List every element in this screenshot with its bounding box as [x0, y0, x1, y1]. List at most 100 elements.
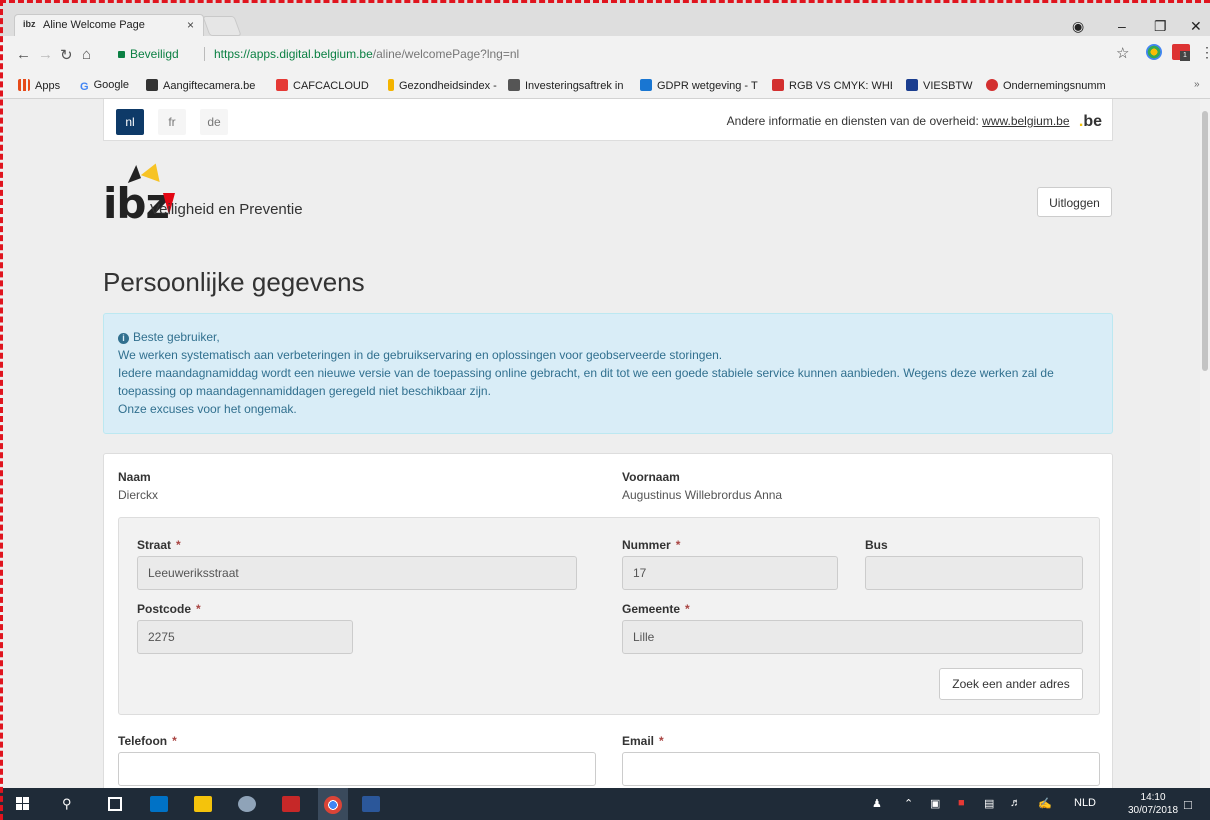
secure-indicator[interactable]: Beveiligd — [118, 47, 179, 61]
bookmark-label: Google — [93, 79, 130, 91]
clock[interactable]: 14:10 30/07/2018 — [1128, 791, 1178, 817]
info-icon: i — [118, 333, 129, 344]
scrollbar-thumb[interactable] — [1202, 111, 1208, 371]
nummer-label: Nummer * — [622, 538, 680, 552]
bookmark-rgb-cmyk[interactable]: RGB VS CMYK: WHE — [772, 79, 892, 92]
lang-de[interactable]: de — [200, 109, 228, 135]
browser-tab[interactable]: ibz Aline Welcome Page × — [14, 14, 204, 36]
bus-input[interactable] — [865, 556, 1083, 590]
browser-toolbar: ← → ↻ ⌂ Beveiligd https://apps.digital.b… — [0, 36, 1210, 72]
secure-label: Beveiligd — [130, 47, 179, 61]
arrow-icon — [640, 79, 652, 91]
bookmark-aangiftecamera[interactable]: Aangiftecamera.be — [146, 79, 264, 92]
bookmark-label: RGB VS CMYK: WHE — [789, 80, 892, 92]
page-scrollbar[interactable] — [1200, 99, 1210, 788]
notice-line: We werken systematisch aan verbeteringen… — [118, 348, 723, 362]
forward-icon[interactable]: → — [38, 46, 53, 63]
be-logo: .be — [1078, 113, 1102, 130]
bookmark-viesbtw[interactable]: VIESBTW — [906, 79, 986, 92]
tray-gift-icon[interactable]: ■ — [958, 797, 965, 809]
gov-info: Andere informatie en diensten van de ove… — [727, 112, 1102, 130]
search-icon[interactable]: ⚲ — [62, 796, 72, 812]
bookmark-star-icon[interactable]: ☆ — [1116, 44, 1129, 62]
new-tab-button[interactable] — [202, 16, 242, 36]
clock-time: 14:10 — [1140, 792, 1166, 803]
lock-icon — [118, 51, 125, 58]
outlook-icon[interactable] — [150, 796, 168, 812]
postcode-input[interactable]: 2275 — [137, 620, 353, 654]
bookmark-label: Apps — [35, 80, 61, 92]
word-icon[interactable] — [362, 796, 380, 812]
snipping-tool-icon[interactable] — [238, 796, 256, 812]
bookmark-ondernemingsnummer[interactable]: Ondernemingsnumm — [986, 79, 1128, 92]
bookmark-investeringsaftrek[interactable]: Investeringsaftrek in — [508, 79, 632, 92]
belgium-link[interactable]: www.belgium.be — [982, 114, 1069, 128]
pen-icon[interactable]: ✍ — [1038, 797, 1052, 810]
page-viewport: nl fr de Andere informatie en diensten v… — [0, 99, 1210, 788]
notice-heading: Beste gebruiker, — [133, 330, 220, 344]
extension-count-icon: 1 — [1180, 51, 1190, 61]
restore-icon[interactable]: ❐ — [1154, 18, 1167, 35]
chrome-icon — [324, 796, 342, 814]
volume-icon[interactable]: ♬ — [1010, 797, 1021, 809]
app-red-icon[interactable] — [282, 796, 300, 812]
task-view-icon[interactable] — [108, 797, 122, 811]
minimize-icon[interactable]: – — [1118, 18, 1126, 34]
language-indicator[interactable]: NLD — [1074, 797, 1096, 809]
personal-data-card: Naam Dierckx Voornaam Augustinus Willebr… — [103, 453, 1113, 788]
telefoon-input[interactable] — [118, 752, 596, 786]
network-icon[interactable]: ▤ — [984, 797, 994, 810]
people-icon[interactable]: ♟ — [872, 797, 882, 810]
action-center-icon[interactable]: □ — [1184, 797, 1192, 812]
telefoon-label-text: Telefoon — [118, 734, 168, 748]
more-bookmarks-icon[interactable]: » — [1194, 79, 1200, 90]
notice-line: Iedere maandagnamiddag wordt een nieuwe … — [118, 366, 1054, 398]
gemeente-input[interactable]: Lille — [622, 620, 1083, 654]
file-explorer-icon[interactable] — [194, 796, 212, 812]
lang-nl[interactable]: nl — [116, 109, 144, 135]
lang-fr[interactable]: fr — [158, 109, 186, 135]
google-icon: G — [80, 81, 89, 93]
show-hidden-icons-icon[interactable]: ⌃ — [904, 797, 913, 810]
browser-menu-icon[interactable]: ⋮ — [1200, 44, 1210, 61]
gemeente-label: Gemeente * — [622, 602, 690, 616]
profile-icon[interactable]: ◉ — [1072, 18, 1084, 35]
address-bar[interactable]: Beveiligd https://apps.digital.belgium.b… — [108, 44, 1108, 64]
notice-line: Onze excuses voor het ongemak. — [118, 402, 297, 416]
bookmark-google[interactable]: G Google — [80, 79, 129, 93]
chart-icon — [388, 79, 394, 91]
chrome-taskbar-item[interactable] — [318, 788, 348, 820]
home-icon[interactable]: ⌂ — [82, 46, 91, 63]
bookmark-label: Aangiftecamera.be — [163, 80, 256, 92]
be-logo-text: be — [1083, 113, 1102, 130]
logout-button[interactable]: Uitloggen — [1037, 187, 1112, 217]
language-bar: nl fr de Andere informatie en diensten v… — [103, 99, 1113, 141]
straat-label-text: Straat — [137, 538, 172, 552]
tab-close-icon[interactable]: × — [187, 18, 194, 32]
nummer-input[interactable]: 17 — [622, 556, 838, 590]
bookmark-label: Investeringsaftrek in — [525, 80, 624, 92]
naam-label: Naam — [118, 470, 151, 484]
url-host: https://apps.digital.belgium.be — [214, 47, 373, 61]
voornaam-value: Augustinus Willebrordus Anna — [622, 488, 783, 502]
ibz-icon — [508, 79, 520, 91]
bookmark-cafcacloud[interactable]: CAFCACLOUD — [276, 79, 374, 92]
email-input[interactable] — [622, 752, 1100, 786]
bookmark-gdpr[interactable]: GDPR wetgeving - T — [640, 79, 758, 92]
search-other-address-button[interactable]: Zoek een ander adres — [939, 668, 1083, 700]
bookmark-gezondheidsindex[interactable]: Gezondheidsindex - — [388, 79, 498, 92]
tray-app-icon[interactable]: ▣ — [930, 797, 940, 810]
back-icon[interactable]: ← — [16, 46, 31, 63]
extension-badge-icon[interactable]: 1 — [1172, 44, 1190, 61]
required-mark: * — [172, 734, 177, 748]
extension-chrome-icon[interactable] — [1146, 44, 1162, 60]
straat-input[interactable]: Leeuweriksstraat — [137, 556, 577, 590]
windows-start-icon[interactable] — [16, 797, 30, 811]
telefoon-label: Telefoon * — [118, 734, 177, 748]
close-window-icon[interactable]: ✕ — [1190, 18, 1202, 35]
reload-icon[interactable]: ↻ — [60, 46, 73, 64]
bookmark-apps[interactable]: Apps — [18, 79, 60, 92]
tab-title: Aline Welcome Page — [43, 19, 145, 31]
bookmark-label: GDPR wetgeving - T — [657, 80, 758, 92]
naam-value: Dierckx — [118, 488, 159, 502]
